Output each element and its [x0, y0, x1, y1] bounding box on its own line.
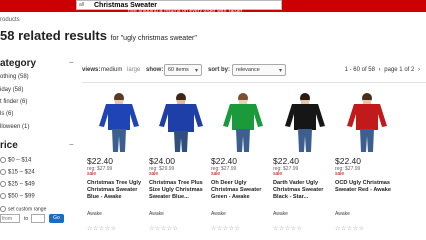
- results-range: 1 - 60 of 58: [344, 67, 375, 73]
- product-brand[interactable]: Awake: [211, 211, 226, 217]
- product-brand[interactable]: Awake: [335, 211, 350, 217]
- breadcrumb[interactable]: roducts: [0, 17, 20, 23]
- category-link-halloween[interactable]: lloween (1): [0, 124, 29, 130]
- product-sale-badge: sale: [335, 171, 345, 177]
- pagination: 1 - 60 of 58 ‹ page 1 of 2 ›: [343, 67, 420, 73]
- price-option-label: $15 – $24: [8, 169, 35, 176]
- jeans-shape: [298, 129, 312, 152]
- results-query: for "ugly christmas sweater": [110, 35, 197, 42]
- product-card[interactable]: $22.40 reg: $27.99 sale Christmas Tree U…: [87, 92, 153, 240]
- product-sale-badge: sale: [149, 171, 159, 177]
- product-image[interactable]: [151, 92, 211, 152]
- view-large-option[interactable]: large: [127, 67, 140, 73]
- product-card[interactable]: $22.40 reg: $27.99 sale OCD Ugly Christm…: [335, 92, 401, 240]
- product-title[interactable]: Christmas Tree Plus Size Ugly Christmas …: [149, 180, 213, 201]
- product-rating: ☆☆☆☆☆: [149, 226, 179, 232]
- category-link-clothing[interactable]: othing (58): [0, 74, 29, 80]
- chevron-down-icon: ▾: [278, 68, 282, 74]
- show-select[interactable]: 60 items ▾: [164, 64, 202, 76]
- radio-icon[interactable]: [0, 193, 6, 199]
- category-link-gift-finder[interactable]: t finder (6): [0, 99, 27, 105]
- price-option-label: $0 – $14: [8, 157, 32, 164]
- category-collapse-icon[interactable]: −: [69, 58, 74, 67]
- radio-icon[interactable]: [0, 206, 6, 212]
- product-title[interactable]: OCD Ugly Christmas Sweater Red - Awake: [335, 180, 399, 194]
- category-link-holiday[interactable]: iday (58): [0, 87, 23, 93]
- price-option-label: $25 – $49: [8, 181, 35, 188]
- sort-select-value: relevance: [236, 67, 260, 73]
- product-brand[interactable]: Awake: [273, 211, 288, 217]
- price-to-label: to: [24, 216, 29, 222]
- product-sale-badge: sale: [211, 171, 221, 177]
- search-scope-select[interactable]: all: [77, 2, 91, 8]
- sort-select[interactable]: relevance ▾: [232, 64, 286, 76]
- chevron-down-icon: ▾: [194, 68, 198, 74]
- product-price: $22.40: [335, 156, 361, 166]
- product-card[interactable]: $22.40 reg: $27.99 sale Darth Vader Ugly…: [273, 92, 339, 240]
- product-price: $24.00: [149, 156, 175, 166]
- product-price: $22.40: [87, 156, 113, 166]
- sort-label: sort by:: [208, 67, 231, 73]
- product-card[interactable]: $22.40 reg: $27.99 sale Oh Deer Ugly Chr…: [211, 92, 277, 240]
- radio-icon[interactable]: [0, 169, 6, 175]
- views-label: views:: [82, 67, 101, 73]
- product-rating: ☆☆☆☆☆: [273, 226, 303, 232]
- price-option-15-24[interactable]: $15 – $24: [0, 169, 35, 176]
- price-go-button[interactable]: Go: [49, 214, 64, 223]
- category-heading: ategory: [0, 58, 37, 69]
- promo-text: free shipping & returns on every order w…: [128, 8, 243, 14]
- jeans-shape: [112, 129, 126, 152]
- page-indicator: page 1 of 2: [384, 67, 415, 73]
- product-brand[interactable]: Awake: [149, 211, 164, 217]
- product-price: $22.40: [273, 156, 299, 166]
- jeans-shape: [174, 131, 188, 152]
- product-image[interactable]: [337, 92, 397, 152]
- product-rating: ☆☆☆☆☆: [87, 226, 117, 232]
- prev-page-icon[interactable]: ‹: [379, 67, 381, 73]
- view-medium-option[interactable]: medium: [101, 67, 122, 73]
- radio-icon[interactable]: [0, 181, 6, 187]
- category-link-gifts[interactable]: ls (6): [0, 111, 13, 117]
- next-page-icon[interactable]: ›: [418, 67, 420, 73]
- results-count: 58 related results: [0, 28, 107, 43]
- toolbar-divider: [82, 82, 426, 83]
- price-heading: rice: [0, 140, 18, 151]
- product-image[interactable]: [275, 92, 335, 152]
- show-select-value: 60 items: [168, 67, 189, 73]
- sweater-shape: [285, 104, 325, 130]
- jeans-shape: [236, 129, 250, 152]
- radio-icon[interactable]: [0, 157, 6, 163]
- product-title[interactable]: Oh Deer Ugly Christmas Sweater Green - A…: [211, 180, 275, 201]
- price-from-input[interactable]: [0, 214, 20, 223]
- product-rating: ☆☆☆☆☆: [335, 226, 365, 232]
- product-sale-badge: sale: [273, 171, 283, 177]
- results-heading: 58 related results for "ugly christmas s…: [0, 28, 197, 43]
- product-rating: ☆☆☆☆☆: [211, 226, 241, 232]
- product-price: $22.40: [211, 156, 237, 166]
- price-option-label: $50 – $99: [8, 193, 35, 200]
- price-collapse-icon[interactable]: −: [69, 140, 74, 149]
- sweater-shape: [99, 104, 139, 130]
- product-image[interactable]: [89, 92, 149, 152]
- price-to-input[interactable]: [31, 214, 45, 223]
- results-toolbar: views: medium large show: 60 items ▾ sor…: [82, 64, 426, 78]
- price-option-25-49[interactable]: $25 – $49: [0, 181, 35, 188]
- product-card[interactable]: $24.00 reg: $29.99 sale Christmas Tree P…: [149, 92, 215, 240]
- price-option-0-14[interactable]: $0 – $14: [0, 157, 31, 164]
- show-label: show:: [146, 67, 164, 73]
- sweater-shape: [223, 104, 263, 130]
- product-title[interactable]: Christmas Tree Ugly Christmas Sweater Bl…: [87, 180, 151, 201]
- product-brand[interactable]: Awake: [87, 211, 102, 217]
- sweater-shape: [159, 104, 203, 132]
- product-image[interactable]: [213, 92, 273, 152]
- jeans-shape: [360, 129, 374, 152]
- price-option-50-99[interactable]: $50 – $99: [0, 193, 35, 200]
- product-sale-badge: sale: [87, 171, 97, 177]
- custom-range-label: set custom range: [0, 206, 46, 212]
- sweater-shape: [347, 104, 387, 130]
- product-title[interactable]: Darth Vader Ugly Christmas Sweater Black…: [273, 180, 337, 201]
